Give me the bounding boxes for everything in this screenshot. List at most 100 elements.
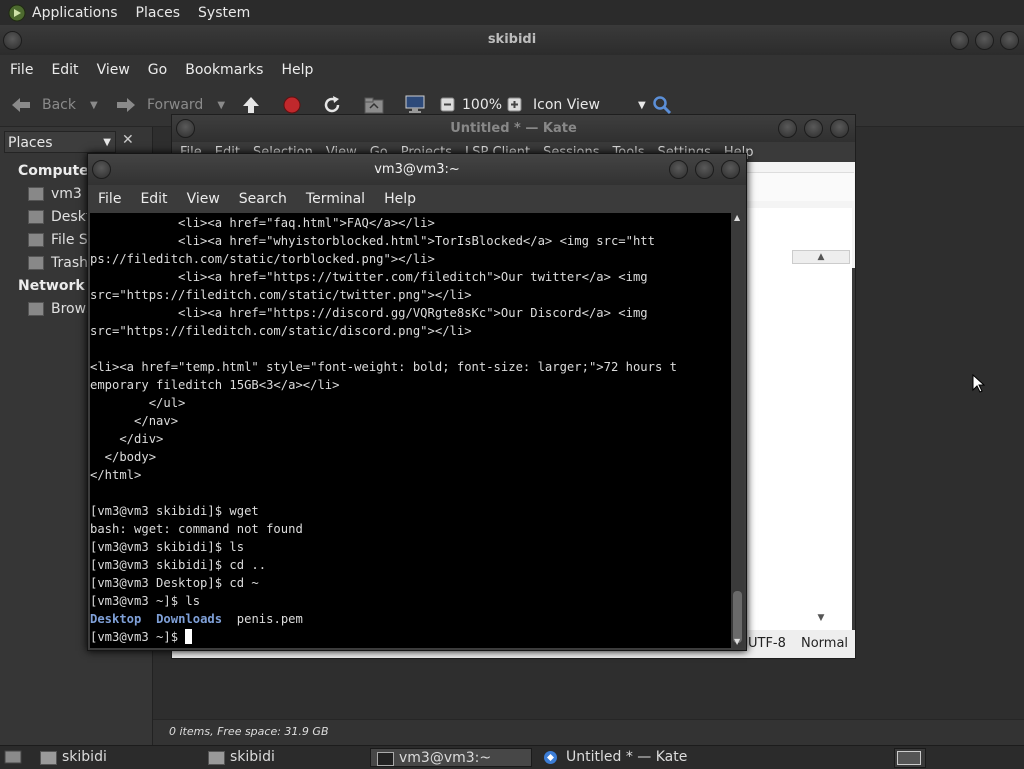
kate-minimize-button[interactable] xyxy=(778,119,797,138)
back-button[interactable]: Back ▼ xyxy=(10,96,98,114)
drive-icon xyxy=(28,233,44,247)
computer-icon[interactable] xyxy=(404,94,426,114)
show-desktop-icon[interactable] xyxy=(4,749,22,765)
minimize-button[interactable] xyxy=(950,31,969,50)
terminal-line: emporary fileditch 15GB<3</a></li> xyxy=(90,378,340,392)
terminal-minimize-button[interactable] xyxy=(669,160,688,179)
caja-menu-bookmarks[interactable]: Bookmarks xyxy=(185,62,263,78)
desktop-folder-icon xyxy=(28,210,44,224)
system-menu[interactable]: System xyxy=(198,5,250,21)
view-mode-selector[interactable]: Icon View ▼ xyxy=(533,97,646,113)
zoom-out-icon[interactable] xyxy=(440,97,455,112)
kate-maximize-button[interactable] xyxy=(804,119,823,138)
kate-titlebar[interactable]: Untitled * — Kate xyxy=(172,115,855,142)
forward-history-chevron-icon[interactable]: ▼ xyxy=(217,100,225,111)
kate-input-mode[interactable]: Normal xyxy=(801,636,848,651)
terminal-line: <li><a href="https://twitter.com/filedit… xyxy=(178,270,648,284)
terminal-output: <li><a href="faq.html">FAQ</a></li> <li>… xyxy=(90,213,731,646)
terminal-screen[interactable]: <li><a href="faq.html">FAQ</a></li> <li>… xyxy=(90,213,731,648)
terminal-menu-search[interactable]: Search xyxy=(239,191,287,207)
task-skibidi-1[interactable]: skibidi xyxy=(34,748,194,767)
kate-encoding[interactable]: UTF-8 xyxy=(748,636,786,651)
caja-status-text: 0 items, Free space: 31.9 GB xyxy=(169,725,329,738)
kate-close-button[interactable] xyxy=(830,119,849,138)
sidebar-selector[interactable]: Places ▼ xyxy=(4,131,116,153)
applications-menu[interactable]: Applications xyxy=(32,5,118,21)
kate-window-title: Untitled * — Kate xyxy=(450,121,577,136)
terminal-icon xyxy=(377,752,394,766)
sidebar-selector-chevron-icon: ▼ xyxy=(103,137,111,148)
trash-icon xyxy=(28,256,44,270)
terminal-line: src="https://fileditch.com/static/discor… xyxy=(90,324,472,338)
forward-button[interactable]: Forward ▼ xyxy=(115,96,225,114)
task-kate[interactable]: Untitled * — Kate xyxy=(538,748,700,767)
caja-menu-help[interactable]: Help xyxy=(281,62,313,78)
close-button[interactable] xyxy=(1000,31,1019,50)
kate-scroll-down-icon[interactable]: ▼ xyxy=(792,612,850,626)
caja-menubar: File Edit View Go Bookmarks Help xyxy=(0,55,1024,84)
mouse-pointer-icon xyxy=(972,374,985,393)
caja-titlebar[interactable]: skibidi xyxy=(0,25,1024,55)
caja-menu-view[interactable]: View xyxy=(97,62,130,78)
sidebar-item-filesystem[interactable]: File Sy xyxy=(28,232,96,248)
terminal-window-menu-icon[interactable] xyxy=(92,160,111,179)
terminal-line: [vm3@vm3 ~]$ ls xyxy=(90,594,201,608)
terminal-menu-terminal[interactable]: Terminal xyxy=(306,191,365,207)
up-arrow-icon[interactable] xyxy=(241,95,261,115)
terminal-dir-entry: Downloads xyxy=(156,612,223,626)
sidebar-item-trash[interactable]: Trash xyxy=(28,255,88,271)
terminal-line: </ul> xyxy=(148,396,186,410)
sidebar-item-desktop[interactable]: Deskt xyxy=(28,209,91,225)
terminal-prompt: [vm3@vm3 ~]$ xyxy=(90,630,186,644)
terminal-scrollbar-thumb[interactable] xyxy=(733,591,742,643)
reload-icon[interactable] xyxy=(322,95,342,115)
terminal-line: <li><a href="faq.html">FAQ</a></li> xyxy=(178,216,435,230)
workspace-1[interactable] xyxy=(897,751,921,765)
search-icon[interactable] xyxy=(652,95,672,115)
kate-window-menu-icon[interactable] xyxy=(176,119,195,138)
stop-icon[interactable] xyxy=(282,95,302,115)
sidebar-item-vm3[interactable]: vm3 xyxy=(28,186,82,202)
task-terminal[interactable]: vm3@vm3:~ xyxy=(370,748,532,767)
sidebar-heading-network: Network xyxy=(18,278,85,294)
terminal-maximize-button[interactable] xyxy=(695,160,714,179)
terminal-line-ls-output: Desktop Downloads penis.pem xyxy=(90,612,303,626)
terminal-scrollbar[interactable]: ▲ ▼ xyxy=(731,213,744,648)
workspace-switcher[interactable] xyxy=(894,748,926,768)
places-menu[interactable]: Places xyxy=(136,5,181,21)
task-skibidi-2[interactable]: skibidi xyxy=(202,748,362,767)
mate-logo-icon[interactable] xyxy=(8,4,26,22)
terminal-menu-edit[interactable]: Edit xyxy=(140,191,167,207)
terminal-line: <li><a href="https://discord.gg/VQRgte8s… xyxy=(178,306,648,320)
terminal-menu-help[interactable]: Help xyxy=(384,191,416,207)
window-menu-icon[interactable] xyxy=(3,31,22,50)
zoom-in-icon[interactable] xyxy=(507,97,522,112)
scroll-up-icon[interactable]: ▲ xyxy=(734,213,740,222)
home-folder-icon[interactable] xyxy=(363,95,385,115)
terminal-dir-entry: Desktop xyxy=(90,612,142,626)
sidebar-item-browse-network[interactable]: Brows xyxy=(28,301,93,317)
terminal-line: [vm3@vm3 skibidi]$ cd .. xyxy=(90,558,267,572)
caja-menu-edit[interactable]: Edit xyxy=(51,62,78,78)
kate-scroll-up-icon[interactable]: ▲ xyxy=(792,250,850,264)
terminal-close-button[interactable] xyxy=(721,160,740,179)
sidebar-close-icon[interactable]: ✕ xyxy=(122,132,134,148)
terminal-menubar: File Edit View Search Terminal Help xyxy=(88,185,746,213)
back-arrow-icon xyxy=(12,98,30,112)
caja-menu-file[interactable]: File xyxy=(10,62,33,78)
maximize-button[interactable] xyxy=(975,31,994,50)
scroll-down-icon[interactable]: ▼ xyxy=(734,637,740,646)
terminal-menu-view[interactable]: View xyxy=(187,191,220,207)
back-history-chevron-icon[interactable]: ▼ xyxy=(90,100,98,111)
caja-menu-go[interactable]: Go xyxy=(148,62,167,78)
kate-editor[interactable]: ▲ ▼ xyxy=(734,208,852,630)
terminal-line: [vm3@vm3 skibidi]$ wget xyxy=(90,504,259,518)
terminal-titlebar[interactable]: vm3@vm3:~ xyxy=(88,154,746,185)
sidebar-heading-computer: Computer xyxy=(18,163,96,179)
zoom-level[interactable]: 100% xyxy=(462,97,502,113)
terminal-menu-file[interactable]: File xyxy=(98,191,121,207)
terminal-line: </html> xyxy=(90,468,142,482)
terminal-window: vm3@vm3:~ File Edit View Search Terminal… xyxy=(87,153,747,651)
terminal-file-entry: penis.pem xyxy=(236,612,303,626)
kate-icon xyxy=(544,751,557,764)
